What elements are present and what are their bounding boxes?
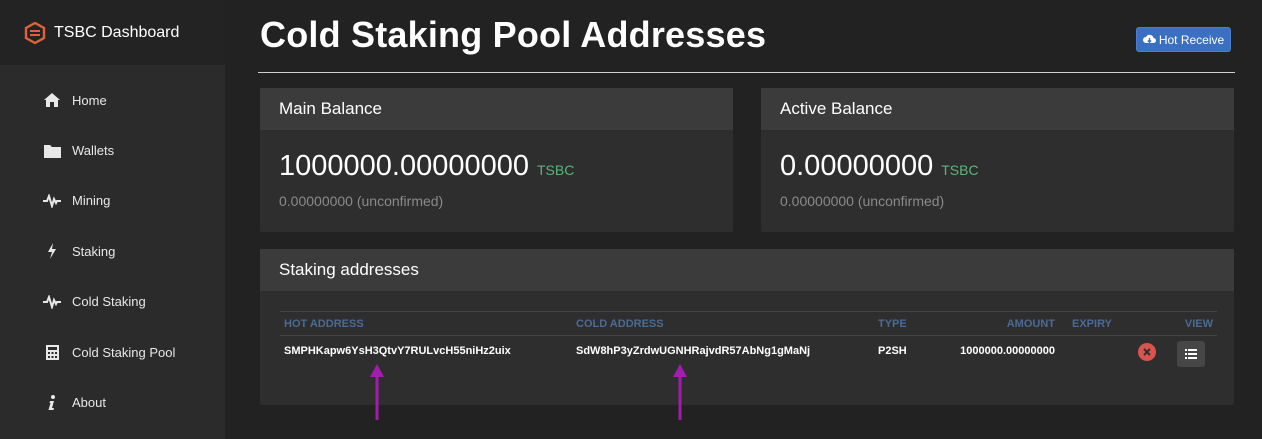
staking-addresses-panel: Staking addresses HOT ADDRESS COLD ADDRE…: [260, 249, 1234, 405]
staking-amount: 1000000.00000000: [960, 345, 1055, 357]
title-divider: [258, 72, 1235, 73]
sidebar-item-home[interactable]: Home: [0, 75, 225, 125]
sidebar-item-about[interactable]: About: [0, 377, 225, 427]
main-balance-amount: 1000000.00000000: [279, 150, 529, 182]
annotation-arrow-icon: [673, 364, 687, 420]
brand[interactable]: TSBC Dashboard: [0, 0, 225, 65]
list-icon: [1185, 349, 1197, 359]
sidebar-item-wallets[interactable]: Wallets: [0, 125, 225, 175]
sidebar-item-label: Cold Staking: [72, 294, 146, 310]
staking-addresses-table: HOT ADDRESS COLD ADDRESS TYPE AMOUNT EXP…: [280, 311, 1217, 367]
column-header-amount: AMOUNT: [1006, 317, 1055, 330]
currency-unit: TSBC: [536, 162, 575, 178]
active-balance-panel: Active Balance 0.00000000 TSBC 0.0000000…: [761, 88, 1234, 232]
panel-heading: Staking addresses: [260, 249, 1234, 291]
column-header-type: TYPE: [878, 317, 907, 330]
calculator-icon: [42, 344, 62, 360]
unconfirmed-balance: 0.00000000 (unconfirmed): [279, 193, 444, 209]
bolt-icon: [42, 243, 62, 260]
pulse-icon: [42, 193, 62, 209]
column-header-hot-address: HOT ADDRESS: [284, 317, 364, 330]
annotation-arrow-icon: [370, 364, 384, 420]
info-icon: [42, 394, 62, 411]
address-type: P2SH: [878, 345, 907, 357]
home-icon: [42, 92, 62, 108]
unconfirmed-balance: 0.00000000 (unconfirmed): [780, 193, 945, 209]
cloud-download-icon: [1142, 34, 1156, 44]
column-header-cold-address: COLD ADDRESS: [576, 317, 664, 330]
hot-address[interactable]: SMPHKapw6YsH3QtvY7RULvcH55niHz2uix: [284, 345, 511, 357]
brand-title: TSBC Dashboard: [54, 23, 180, 41]
sidebar-item-staking[interactable]: Staking: [0, 226, 225, 276]
hot-receive-button[interactable]: Hot Receive: [1136, 27, 1231, 52]
table-row: SMPHKapw6YsH3QtvY7RULvcH55niHz2uix SdW8h…: [280, 336, 1217, 367]
table-header: HOT ADDRESS COLD ADDRESS TYPE AMOUNT EXP…: [280, 311, 1217, 336]
close-icon: [1143, 348, 1151, 356]
pulse-icon: [42, 294, 62, 310]
sidebar-item-label: Wallets: [72, 143, 115, 159]
tsbc-logo-icon: [24, 21, 46, 44]
currency-unit: TSBC: [941, 162, 979, 178]
sidebar-item-label: Cold Staking Pool: [72, 344, 176, 360]
sidebar-item-label: Mining: [72, 193, 111, 209]
sidebar-item-mining[interactable]: Mining: [0, 176, 225, 226]
hot-receive-label: Hot Receive: [1158, 32, 1225, 47]
remove-button[interactable]: [1138, 343, 1156, 361]
sidebar: TSBC Dashboard Home Wallets Mining Staki…: [0, 0, 225, 439]
view-button[interactable]: [1177, 341, 1205, 367]
column-header-view: VIEW: [1184, 317, 1213, 330]
page-title: Cold Staking Pool Addresses: [260, 14, 767, 55]
active-balance-amount: 0.00000000: [780, 150, 934, 182]
sidebar-item-label: About: [72, 395, 106, 411]
sidebar-nav: Home Wallets Mining Staking Cold Staking: [0, 65, 225, 428]
sidebar-item-label: Home: [72, 92, 107, 108]
panel-heading: Main Balance: [260, 88, 733, 130]
column-header-expiry: EXPIRY: [1072, 317, 1112, 330]
sidebar-item-cold-staking[interactable]: Cold Staking: [0, 277, 225, 327]
main-balance-panel: Main Balance 1000000.00000000 TSBC 0.000…: [260, 88, 733, 232]
panel-heading: Active Balance: [761, 88, 1234, 130]
sidebar-item-cold-staking-pool[interactable]: Cold Staking Pool: [0, 327, 225, 377]
folder-icon: [42, 143, 62, 159]
sidebar-item-label: Staking: [72, 243, 116, 259]
cold-address[interactable]: SdW8hP3yZrdwUGNHRajvdR57AbNg1gMaNj: [576, 345, 810, 357]
